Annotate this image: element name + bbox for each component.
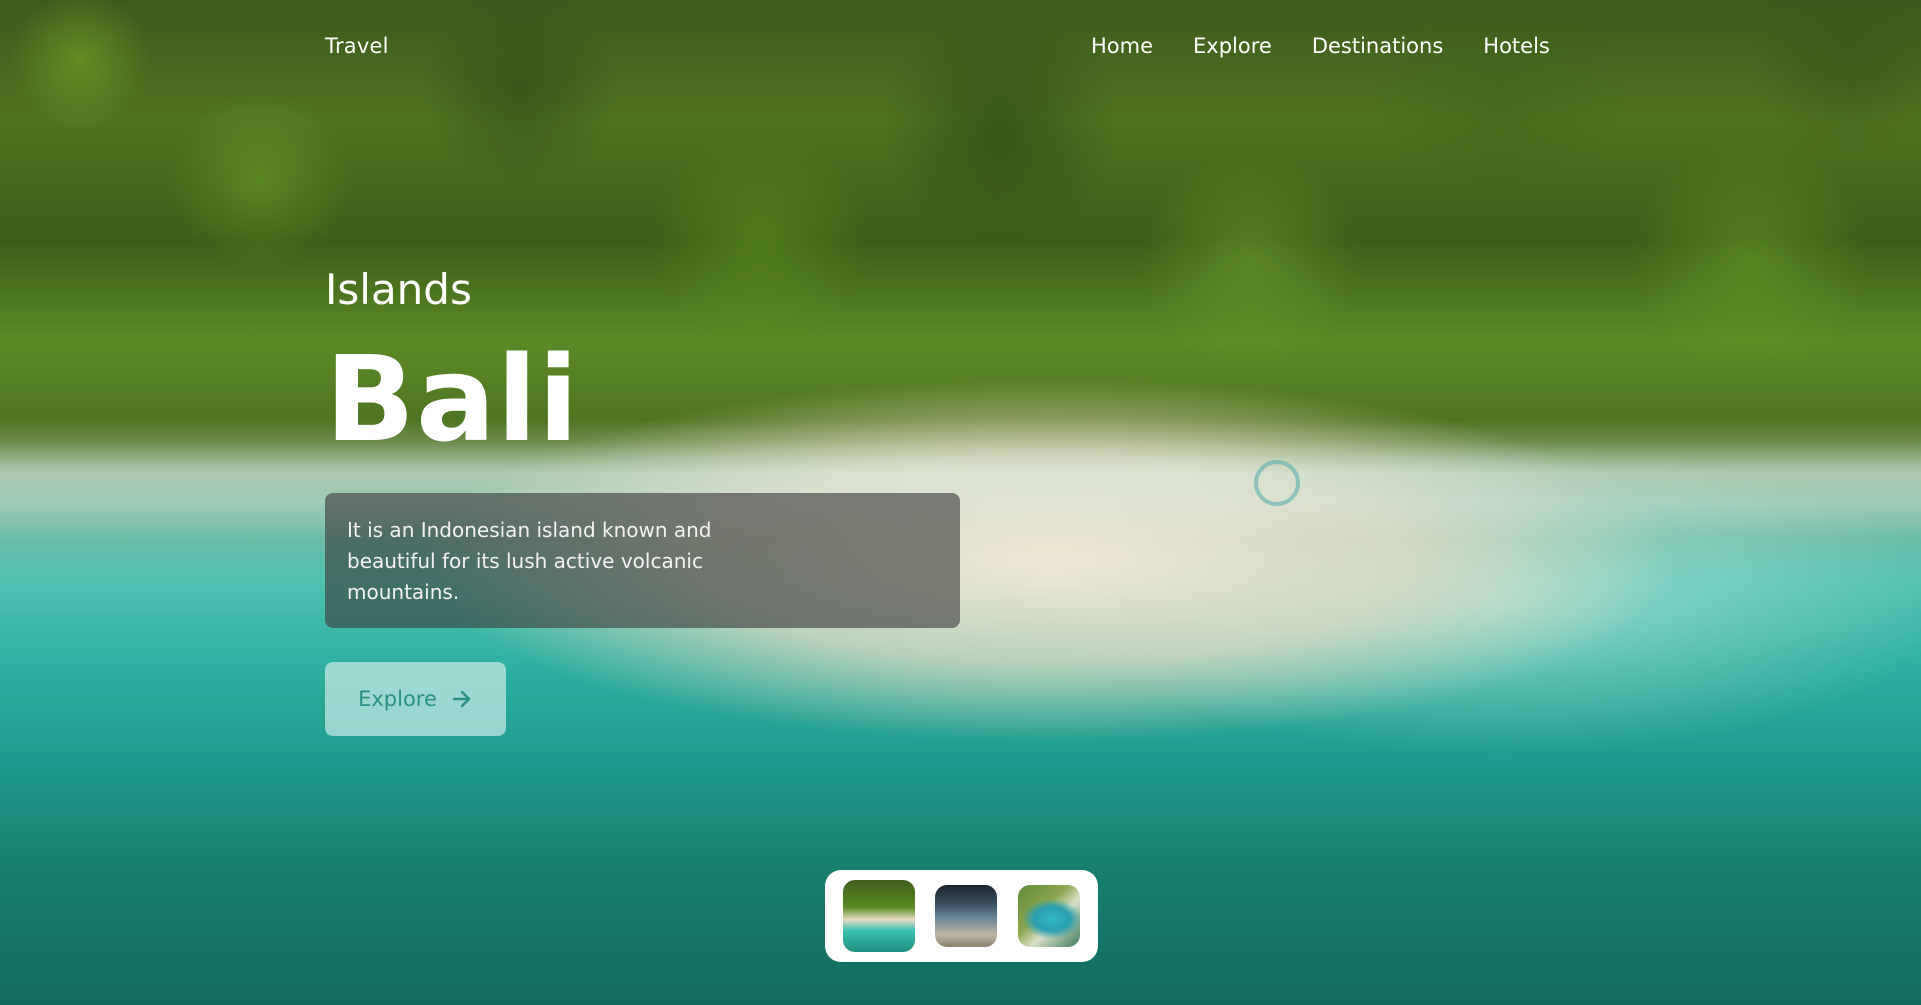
- description-box: It is an Indonesian island known and bea…: [325, 493, 960, 628]
- thumbnail-third[interactable]: [1017, 885, 1080, 947]
- ring-marker: [1254, 460, 1300, 506]
- nav-link-home[interactable]: Home: [1091, 34, 1153, 58]
- thumbnail-strip: [825, 870, 1098, 962]
- hero-title: Bali: [325, 330, 580, 468]
- brand-logo[interactable]: Travel: [325, 34, 389, 58]
- navbar: Travel Home Explore Destinations Hotels: [325, 30, 1921, 70]
- hero-page: Travel Home Explore Destinations Hotels …: [0, 0, 1921, 1005]
- nav-link-hotels[interactable]: Hotels: [1483, 34, 1550, 58]
- nav-menu: Home Explore Destinations Hotels: [1091, 34, 1550, 58]
- explore-button-label: Explore: [358, 687, 437, 711]
- thumbnail-bali[interactable]: [843, 880, 916, 952]
- thumbnail-second[interactable]: [935, 885, 998, 947]
- shoreline: [0, 420, 1921, 540]
- category-label: Islands: [325, 265, 472, 314]
- arrow-right-icon: [451, 688, 473, 710]
- nav-link-destinations[interactable]: Destinations: [1312, 34, 1443, 58]
- explore-button[interactable]: Explore: [325, 662, 506, 736]
- hero-description: It is an Indonesian island known and bea…: [347, 518, 712, 604]
- nav-link-explore[interactable]: Explore: [1193, 34, 1272, 58]
